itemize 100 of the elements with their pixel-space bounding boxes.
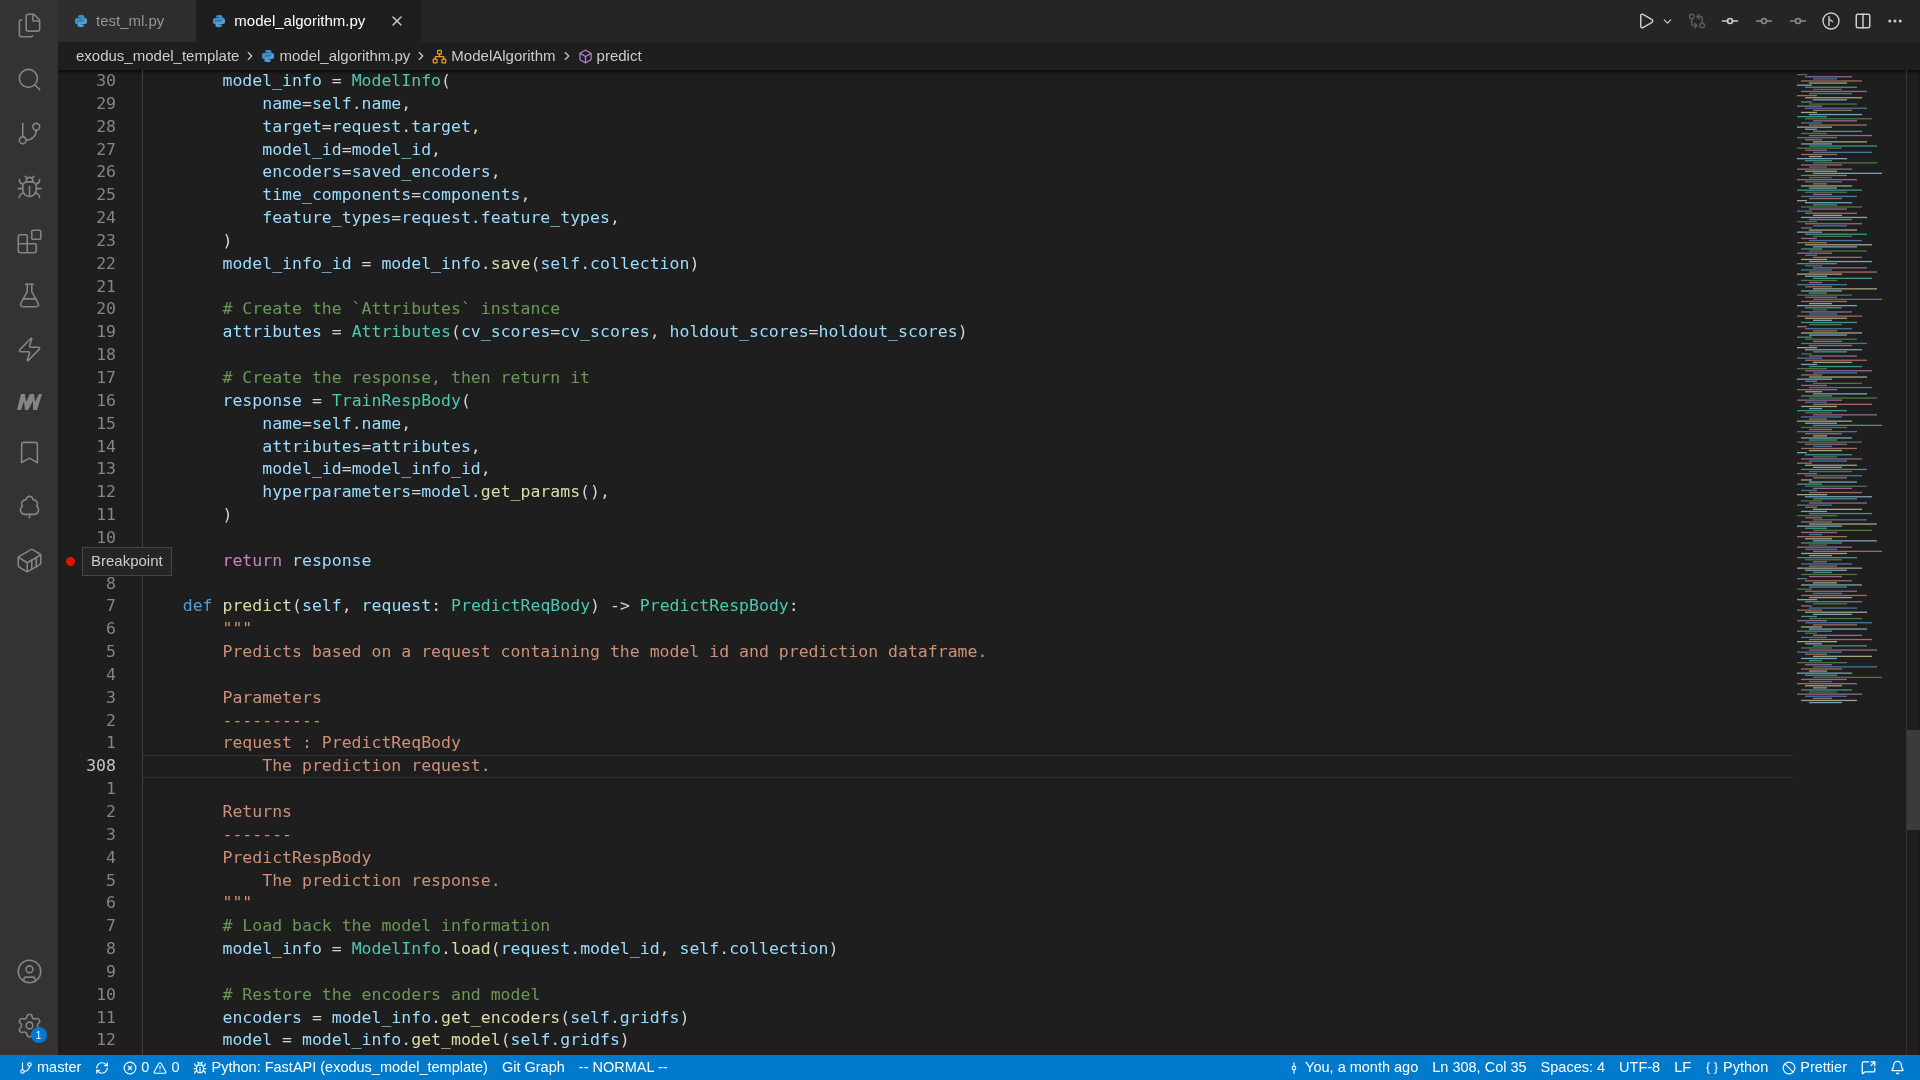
line-number: 20 xyxy=(96,298,116,321)
line-number: 19 xyxy=(96,321,116,344)
code-line: feature_types=request.feature_types, xyxy=(261,207,620,230)
status-item[interactable]: UTF-8 xyxy=(1612,1055,1668,1080)
line-number: 1 xyxy=(106,732,116,755)
code-line: """ xyxy=(221,892,253,915)
breakpoint-tooltip: Breakpoint xyxy=(82,546,172,576)
code-line: name=self.name, xyxy=(261,412,412,435)
compare-icon[interactable] xyxy=(1688,12,1706,30)
line-number: 10 xyxy=(96,983,116,1006)
code-line: encoders = model_info.get_encoders(self.gridfs) xyxy=(221,1006,690,1029)
code-line: model = model_info.get_model(self.gridfs) xyxy=(221,1029,630,1052)
class-icon xyxy=(432,48,448,64)
line-number: 2 xyxy=(106,709,116,732)
line-number: 1 xyxy=(106,778,116,801)
breadcrumb-item[interactable]: predict xyxy=(596,44,642,68)
code-line: Returns xyxy=(221,801,292,823)
code-line: Parameters xyxy=(221,686,322,709)
python-file-icon xyxy=(212,14,227,28)
line-number: 308 xyxy=(86,755,116,778)
sync-icon[interactable] xyxy=(95,1060,110,1075)
run-icon[interactable] xyxy=(1637,12,1655,30)
account-icon[interactable] xyxy=(15,958,43,985)
status-item[interactable]: LF xyxy=(1667,1055,1699,1080)
status-item[interactable]: Ln 308, Col 35 xyxy=(1425,1055,1534,1080)
branch-status[interactable]: master xyxy=(12,1055,89,1080)
line-number: 17 xyxy=(96,366,116,389)
code-line: model_id=model_id, xyxy=(261,138,442,161)
code-line: model_id=model_info_id, xyxy=(261,458,491,481)
blame-status[interactable]: You, a month ago xyxy=(1280,1055,1426,1080)
notifications-icon[interactable] xyxy=(1890,1060,1905,1075)
line-number: 6 xyxy=(106,618,116,641)
code-line: Predicts based on a request containing the model id and prediction dataframe. xyxy=(221,641,988,664)
line-number: 2 xyxy=(106,801,116,823)
feedback-icon[interactable] xyxy=(1861,1060,1876,1075)
status-item[interactable]: Spaces: 4 xyxy=(1533,1055,1613,1080)
code-line: request : PredictReqBody xyxy=(221,732,461,755)
line-number: 13 xyxy=(96,458,116,481)
code-line: model_info = ModelInfo.load(request.model_id, self.collection) xyxy=(221,938,839,961)
breadcrumb-item[interactable]: exodus_model_template xyxy=(76,44,240,68)
line-number: 4 xyxy=(106,663,116,686)
line-number: 6 xyxy=(106,892,116,915)
code-line: ---------- xyxy=(221,709,322,732)
code-line: ) xyxy=(221,229,233,252)
notification-badge: 1 xyxy=(30,1027,47,1043)
python-file-icon xyxy=(261,49,276,63)
extensions-icon[interactable] xyxy=(15,228,43,255)
line-number: 22 xyxy=(96,252,116,275)
debug-config-status[interactable]: Python: FastAPI (exodus_model_template) xyxy=(186,1055,495,1080)
breadcrumb-item[interactable]: model_algorithm.py xyxy=(279,44,411,68)
breadcrumb-item[interactable]: ModelAlgorithm xyxy=(451,44,556,68)
line-number: 12 xyxy=(96,1029,116,1052)
editor-tab[interactable]: model_algorithm.py xyxy=(196,0,422,42)
status-item[interactable]: -- NORMAL -- xyxy=(571,1055,675,1080)
line-number: 18 xyxy=(96,344,116,367)
warning-icon xyxy=(153,1060,168,1075)
code-line: encoders=saved_encoders, xyxy=(261,161,501,184)
code-line: ) xyxy=(221,504,233,527)
code-line: # Create the `Attributes` instance xyxy=(221,298,561,321)
line-number: 27 xyxy=(96,138,116,161)
code-line: # Restore the encoders and model xyxy=(221,983,541,1006)
scrollbar-thumb[interactable] xyxy=(1907,730,1920,830)
line-number: 4 xyxy=(106,846,116,869)
line-number: 12 xyxy=(96,481,116,504)
code-line: def predict(self, request: PredictReqBody) -> PredictRespBody: xyxy=(181,595,799,618)
line-number: 15 xyxy=(96,412,116,435)
problems-status[interactable]: 0 0 xyxy=(116,1055,187,1080)
code-line: time_components=components, xyxy=(261,184,531,207)
code-line: attributes = Attributes(cv_scores=cv_scores, holdout_scores=holdout_scores) xyxy=(221,321,968,344)
line-number: 5 xyxy=(106,869,116,892)
run-debug-icon[interactable] xyxy=(15,174,43,201)
split-editor-icon[interactable] xyxy=(1854,12,1872,30)
line-number: 5 xyxy=(106,641,116,664)
braces-icon xyxy=(1705,1060,1720,1075)
container-icon[interactable] xyxy=(15,547,43,574)
code-line: attributes=attributes, xyxy=(261,435,481,458)
line-number: 3 xyxy=(106,686,116,709)
error-icon xyxy=(123,1060,138,1075)
code-line: """ xyxy=(221,618,253,641)
code-line: PredictRespBody xyxy=(221,846,372,869)
git-graph-icon[interactable] xyxy=(1822,12,1840,30)
code-line: # Load back the model information xyxy=(221,915,551,938)
language-status[interactable]: Python xyxy=(1698,1055,1776,1080)
line-number: 26 xyxy=(96,161,116,184)
bug-icon xyxy=(193,1060,208,1075)
line-number: 3 xyxy=(106,823,116,846)
branch-icon xyxy=(19,1060,33,1075)
formatter-status[interactable]: Prettier xyxy=(1775,1055,1854,1080)
line-number: 29 xyxy=(96,92,116,115)
status-item[interactable]: Git Graph xyxy=(494,1055,572,1080)
line-number: 16 xyxy=(96,389,116,412)
method-icon xyxy=(577,48,593,64)
line-number: 21 xyxy=(96,275,116,298)
code-line: target=request.target, xyxy=(261,115,481,138)
line-number: 11 xyxy=(96,504,116,527)
code-line: ------- xyxy=(221,823,292,846)
editor-tab[interactable]: test_ml.py xyxy=(58,0,197,42)
code-line: The prediction response. xyxy=(261,869,501,892)
line-number: 23 xyxy=(96,229,116,252)
code-line: response = TrainRespBody( xyxy=(221,389,471,412)
